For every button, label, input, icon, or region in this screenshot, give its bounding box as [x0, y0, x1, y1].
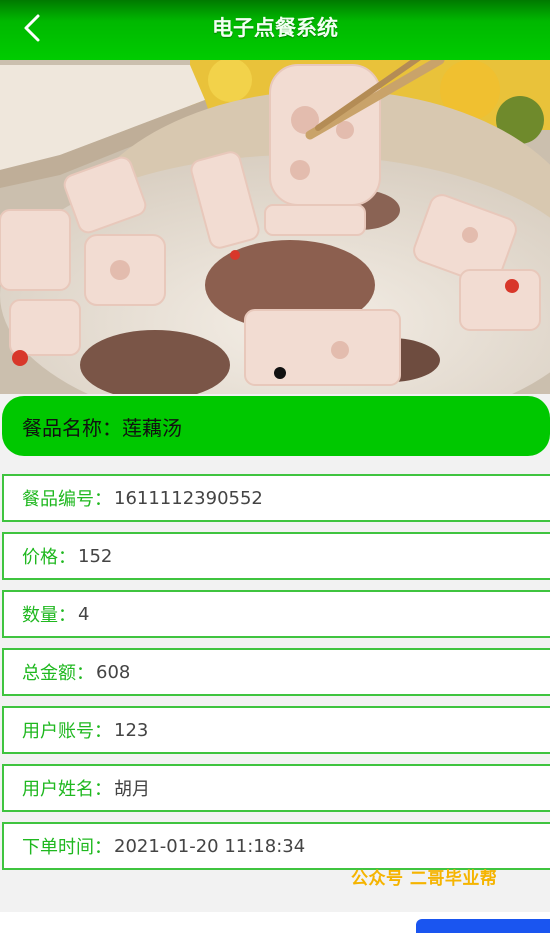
detail-label: 价格： [22, 547, 76, 568]
dish-name-label: 餐品名称： [22, 415, 122, 440]
detail-label: 用户账号： [22, 721, 112, 742]
detail-row-user-name: 用户姓名： 胡月 [2, 764, 550, 812]
detail-value: 152 [78, 545, 113, 567]
detail-label: 餐品编号： [22, 489, 112, 510]
watermark-text: 公众号 二哥毕业帮 [351, 869, 498, 889]
bottom-action-button[interactable] [416, 919, 550, 933]
detail-row-order-time: 下单时间： 2021-01-20 11:18:34 [2, 822, 550, 870]
page-title: 电子点餐系统 [212, 16, 338, 40]
dish-photo [0, 60, 550, 394]
dish-name-value: 莲藕汤 [122, 415, 182, 440]
detail-row-quantity: 数量： 4 [2, 590, 550, 638]
detail-label: 总金额： [22, 663, 94, 684]
detail-row-dish-id: 餐品编号： 1611112390552 [2, 474, 550, 522]
detail-row-price: 价格： 152 [2, 532, 550, 580]
app-header: 电子点餐系统 [0, 0, 550, 60]
detail-value: 4 [78, 603, 90, 625]
detail-value: 123 [114, 719, 149, 741]
detail-value: 1611112390552 [114, 487, 263, 509]
detail-value: 胡月 [114, 779, 150, 800]
detail-value: 608 [96, 661, 131, 683]
detail-label: 用户姓名： [22, 779, 112, 800]
dish-name-banner: 餐品名称： 莲藕汤 [2, 396, 550, 456]
detail-label: 下单时间： [22, 837, 112, 858]
detail-label: 数量： [22, 605, 76, 626]
detail-row-user-account: 用户账号： 123 [2, 706, 550, 754]
detail-row-total: 总金额： 608 [2, 648, 550, 696]
detail-value: 2021-01-20 11:18:34 [114, 835, 306, 857]
